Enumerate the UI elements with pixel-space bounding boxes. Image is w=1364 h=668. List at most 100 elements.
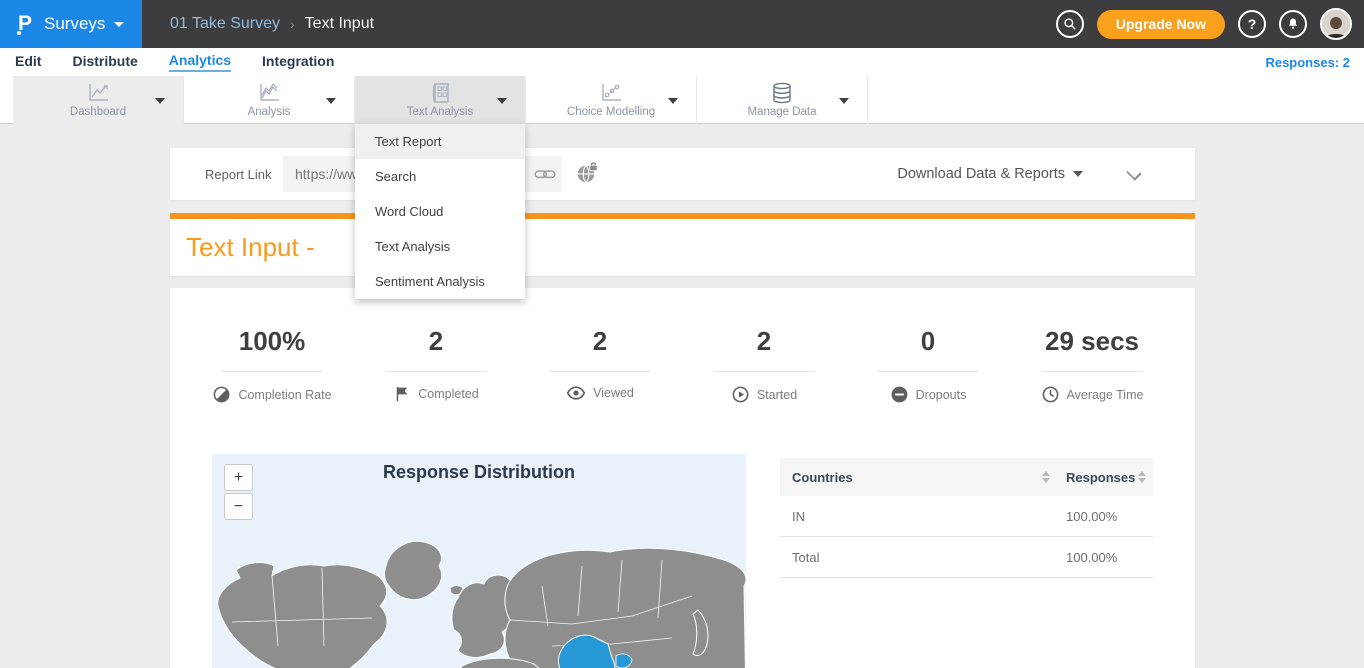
notifications-button[interactable]	[1279, 10, 1307, 38]
tab-label: Manage Data	[747, 106, 816, 118]
question-mark-icon: ?	[1248, 16, 1257, 32]
countries-column-header[interactable]: Countries	[792, 470, 853, 485]
responses-cell: 100.00%	[1066, 509, 1117, 524]
copy-link-button[interactable]	[534, 164, 556, 187]
line-chart-icon	[85, 82, 111, 104]
map-north-america	[218, 563, 387, 668]
responses-count[interactable]: Responses: 2	[1265, 48, 1350, 76]
sort-responses-icon[interactable]	[1138, 471, 1146, 483]
page-title: Text Input -	[186, 219, 322, 276]
caret-down-icon[interactable]	[497, 98, 507, 104]
map-zoom-out-button[interactable]: −	[224, 493, 253, 520]
stats-row: 100% Completion Rate 2 Completed 2	[190, 326, 1174, 404]
flag-icon	[393, 385, 411, 403]
tab-label: Dashboard	[70, 106, 126, 118]
tab-dashboard[interactable]: Dashboard	[13, 76, 184, 124]
divider	[222, 371, 322, 372]
scatter-chart-icon	[598, 82, 624, 104]
sort-countries-icon[interactable]	[1042, 471, 1050, 483]
report-link-bar: Report Link Download Data & Reports	[170, 148, 1195, 200]
stat-value: 2	[429, 326, 443, 357]
breadcrumb-survey-link[interactable]: 01 Take Survey	[170, 15, 280, 33]
stat-value: 29 secs	[1045, 326, 1139, 357]
header-actions: Upgrade Now ?	[1056, 0, 1352, 48]
stat-label: Completed	[418, 387, 478, 401]
stat-value: 2	[593, 326, 607, 357]
stat-label: Completion Rate	[238, 388, 331, 402]
nav-item-distribute[interactable]: Distribute	[72, 53, 137, 71]
download-label: Download Data & Reports	[897, 166, 1065, 182]
tab-choice-modelling[interactable]: Choice Modelling	[526, 76, 697, 124]
stat-value: 0	[921, 326, 935, 357]
divider	[550, 371, 650, 372]
tab-text-analysis[interactable]: Text Analysis	[355, 76, 526, 124]
analytics-toolbar: Dashboard Analysis Text Analysis Choice …	[0, 76, 1364, 124]
report-main-card: 100% Completion Rate 2 Completed 2	[170, 288, 1195, 668]
stat-average-time: 29 secs Average Time	[1010, 326, 1174, 404]
nav-item-edit[interactable]: Edit	[15, 53, 41, 71]
divider	[714, 371, 814, 372]
responses-column-header[interactable]: Responses	[1066, 470, 1135, 485]
divider	[878, 371, 978, 372]
tab-label: Analysis	[248, 106, 291, 118]
table-row-total: Total 100.00%	[780, 537, 1153, 578]
world-map[interactable]	[212, 526, 746, 668]
app-root: P Surveys 01 Take Survey › Text Input Up…	[0, 0, 1364, 668]
menu-item-text-analysis[interactable]: Text Analysis	[355, 229, 525, 264]
product-name: Surveys	[44, 14, 105, 34]
area-chart-icon	[256, 82, 282, 104]
stat-label: Started	[757, 388, 797, 402]
nav-item-analytics[interactable]: Analytics	[169, 52, 231, 72]
brand-menu[interactable]: P Surveys	[0, 0, 142, 48]
avatar-photo	[1322, 12, 1350, 40]
menu-item-sentiment-analysis[interactable]: Sentiment Analysis	[355, 264, 525, 299]
stat-dropouts: 0 Dropouts	[846, 326, 1010, 404]
divider	[386, 371, 486, 372]
breadcrumb: 01 Take Survey › Text Input	[170, 0, 374, 48]
map-greenland	[384, 541, 441, 599]
breadcrumb-current-page: Text Input	[305, 15, 374, 33]
menu-item-search[interactable]: Search	[355, 159, 525, 194]
stat-label: Average Time	[1067, 388, 1144, 402]
caret-down-icon[interactable]	[326, 98, 336, 104]
menu-item-word-cloud[interactable]: Word Cloud	[355, 194, 525, 229]
caret-down-icon	[114, 22, 124, 27]
minus-circle-icon	[890, 385, 909, 404]
survey-nav: Edit Distribute Analytics Integration Re…	[0, 48, 1364, 76]
report-visibility-button[interactable]	[575, 161, 599, 188]
menu-item-text-report[interactable]: Text Report	[355, 124, 525, 159]
caret-down-icon[interactable]	[668, 98, 678, 104]
stat-completion-rate: 100% Completion Rate	[190, 326, 354, 404]
search-icon	[1063, 17, 1077, 31]
table-row-in: IN 100.00%	[780, 496, 1153, 537]
tab-label: Text Analysis	[407, 106, 473, 118]
collapse-chevron-icon[interactable]	[1126, 165, 1141, 180]
caret-down-icon[interactable]	[155, 98, 165, 104]
caret-down-icon[interactable]	[839, 98, 849, 104]
user-avatar[interactable]	[1320, 8, 1352, 40]
divider	[1042, 371, 1142, 372]
countries-table: Countries Responses IN 100.00% Total 100…	[780, 458, 1153, 578]
help-button[interactable]: ?	[1238, 10, 1266, 38]
database-icon	[769, 82, 795, 104]
map-zoom-in-button[interactable]: +	[224, 464, 253, 491]
play-circle-icon	[731, 385, 750, 404]
download-data-reports-dropdown[interactable]: Download Data & Reports	[897, 148, 1083, 200]
country-cell: Total	[792, 550, 819, 565]
upgrade-now-button[interactable]: Upgrade Now	[1097, 10, 1225, 39]
tab-manage-data[interactable]: Manage Data	[697, 76, 868, 124]
country-cell: IN	[792, 509, 805, 524]
nav-item-integration[interactable]: Integration	[262, 53, 334, 71]
title-card: Text Input -	[170, 219, 1195, 276]
stat-label: Dropouts	[916, 388, 967, 402]
stat-started: 2 Started	[682, 326, 846, 404]
tab-label: Choice Modelling	[567, 106, 655, 118]
report-link-label: Report Link	[205, 148, 271, 200]
response-distribution-map[interactable]: Response Distribution + −	[212, 454, 746, 668]
text-report-icon	[427, 82, 453, 104]
stat-completed: 2 Completed	[354, 326, 518, 404]
search-button[interactable]	[1056, 10, 1084, 38]
caret-down-icon	[1073, 171, 1083, 177]
tab-analysis[interactable]: Analysis	[184, 76, 355, 124]
eye-icon	[566, 385, 586, 401]
